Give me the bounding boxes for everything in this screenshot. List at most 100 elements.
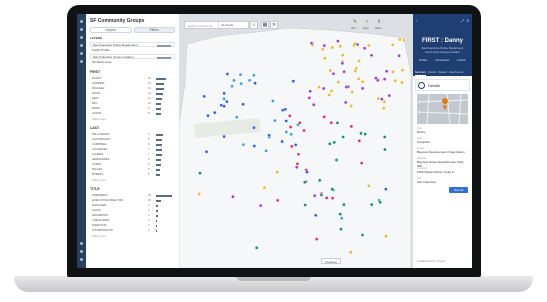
map-marker[interactable]: [293, 143, 298, 147]
map-marker[interactable]: [328, 68, 333, 73]
map-marker[interactable]: [338, 44, 342, 48]
map-marker[interactable]: [219, 103, 224, 107]
map-marker[interactable]: [383, 147, 387, 152]
map-marker[interactable]: [330, 187, 334, 191]
layer-row[interactable]: Public Profile: [90, 48, 175, 53]
map-marker[interactable]: [356, 77, 361, 81]
map-view[interactable]: Search Groups for... All Fields ⌕ ▦ ✕ ✎ …: [179, 14, 413, 268]
map-marker[interactable]: [342, 69, 346, 74]
map-marker[interactable]: [204, 149, 209, 154]
map-marker[interactable]: [275, 170, 280, 174]
details-section[interactable]: Details: [415, 79, 470, 91]
map-marker[interactable]: [313, 213, 318, 218]
map-marker[interactable]: [381, 106, 386, 111]
map-marker[interactable]: [303, 180, 307, 184]
follow-button[interactable]: Follow: [457, 58, 466, 62]
map-marker[interactable]: [379, 97, 384, 101]
map-marker[interactable]: [230, 84, 234, 89]
map-marker[interactable]: [340, 53, 345, 57]
map-marker[interactable]: [232, 78, 236, 83]
map-marker[interactable]: [402, 38, 406, 42]
show-more-link[interactable]: Show more: [92, 234, 106, 238]
map-marker[interactable]: [327, 142, 332, 146]
map-marker[interactable]: [247, 78, 252, 83]
map-marker[interactable]: [400, 80, 404, 85]
layer-row[interactable]: SF Metro Area: [90, 60, 175, 65]
map-marker[interactable]: [344, 85, 349, 89]
map-marker[interactable]: [241, 102, 245, 107]
map-marker[interactable]: [253, 81, 257, 85]
map-marker[interactable]: [225, 99, 229, 104]
map-marker[interactable]: [363, 132, 367, 136]
filter-row[interactable]: JASON 8: [90, 111, 175, 116]
map-marker[interactable]: [238, 72, 243, 77]
map-marker[interactable]: [322, 115, 326, 119]
layers-icon[interactable]: [80, 36, 83, 39]
show-more-link[interactable]: Show more: [92, 117, 106, 121]
map-marker[interactable]: [309, 41, 314, 46]
map-marker[interactable]: [291, 79, 296, 83]
map-marker[interactable]: [323, 56, 327, 61]
help-icon[interactable]: [80, 242, 83, 245]
show-more-link[interactable]: Show more: [92, 178, 106, 182]
map-marker[interactable]: [336, 39, 340, 43]
map-marker[interactable]: [393, 79, 397, 83]
map-marker[interactable]: [324, 196, 329, 200]
tab-related[interactable]: Related: [438, 70, 447, 76]
map-marker[interactable]: [342, 202, 346, 207]
map-marker[interactable]: [241, 142, 246, 147]
map-marker[interactable]: [329, 89, 334, 93]
map-marker[interactable]: [289, 132, 293, 137]
tab-details[interactable]: Details: [428, 70, 436, 76]
layer-row[interactable]: San Francisco Group Location: [90, 54, 175, 59]
map-marker[interactable]: [354, 66, 358, 71]
map-canvas[interactable]: [179, 14, 413, 268]
map-marker[interactable]: [360, 233, 365, 237]
map-marker[interactable]: [252, 73, 256, 78]
map-marker[interactable]: [382, 77, 387, 81]
search-icon[interactable]: ⌕: [250, 21, 258, 29]
map-marker[interactable]: [339, 227, 343, 231]
map-marker[interactable]: [322, 43, 327, 48]
map-marker[interactable]: [317, 85, 321, 89]
map-marker[interactable]: [284, 130, 289, 134]
filter-row[interactable]: MORRIS 5: [90, 172, 175, 177]
map-marker[interactable]: [359, 131, 363, 136]
map-marker[interactable]: [258, 203, 263, 208]
map-marker[interactable]: [384, 234, 388, 238]
map-marker[interactable]: [321, 86, 326, 91]
map-marker[interactable]: [374, 76, 378, 80]
home-icon[interactable]: [80, 20, 83, 23]
map-marker[interactable]: [341, 135, 345, 139]
map-marker[interactable]: [298, 121, 302, 125]
back-icon[interactable]: ‹: [416, 18, 417, 23]
map-marker[interactable]: [360, 80, 365, 84]
map-marker[interactable]: [378, 200, 382, 205]
map-marker[interactable]: [335, 121, 340, 125]
map-marker[interactable]: [336, 80, 341, 84]
filter-icon[interactable]: [80, 44, 83, 47]
location-minimap[interactable]: [417, 94, 468, 124]
card-footer[interactable]: Feedback Form • Report: [417, 260, 445, 263]
share-icon[interactable]: [80, 52, 83, 55]
map-marker[interactable]: [357, 139, 362, 143]
map-layers-icon[interactable]: ▦: [261, 21, 269, 29]
map-marker[interactable]: [317, 178, 322, 183]
share-icon[interactable]: ⇪: [377, 19, 381, 25]
map-marker[interactable]: [239, 81, 244, 86]
map-marker[interactable]: [353, 41, 357, 46]
share-button[interactable]: Share: [419, 58, 427, 62]
map-marker[interactable]: [289, 144, 294, 149]
map-marker[interactable]: [308, 89, 312, 94]
map-marker[interactable]: [225, 72, 230, 76]
map-marker[interactable]: [362, 46, 367, 51]
map-marker[interactable]: [350, 90, 354, 94]
expand-icon[interactable]: ⤢: [461, 18, 464, 23]
map-marker[interactable]: [332, 140, 336, 145]
map-marker[interactable]: [206, 113, 210, 118]
map-marker[interactable]: [197, 192, 202, 196]
map-marker[interactable]: [349, 124, 354, 129]
filter-row[interactable]: COORDINATOR 2: [90, 228, 175, 233]
map-marker[interactable]: [296, 152, 301, 157]
map-marker[interactable]: [294, 165, 299, 170]
